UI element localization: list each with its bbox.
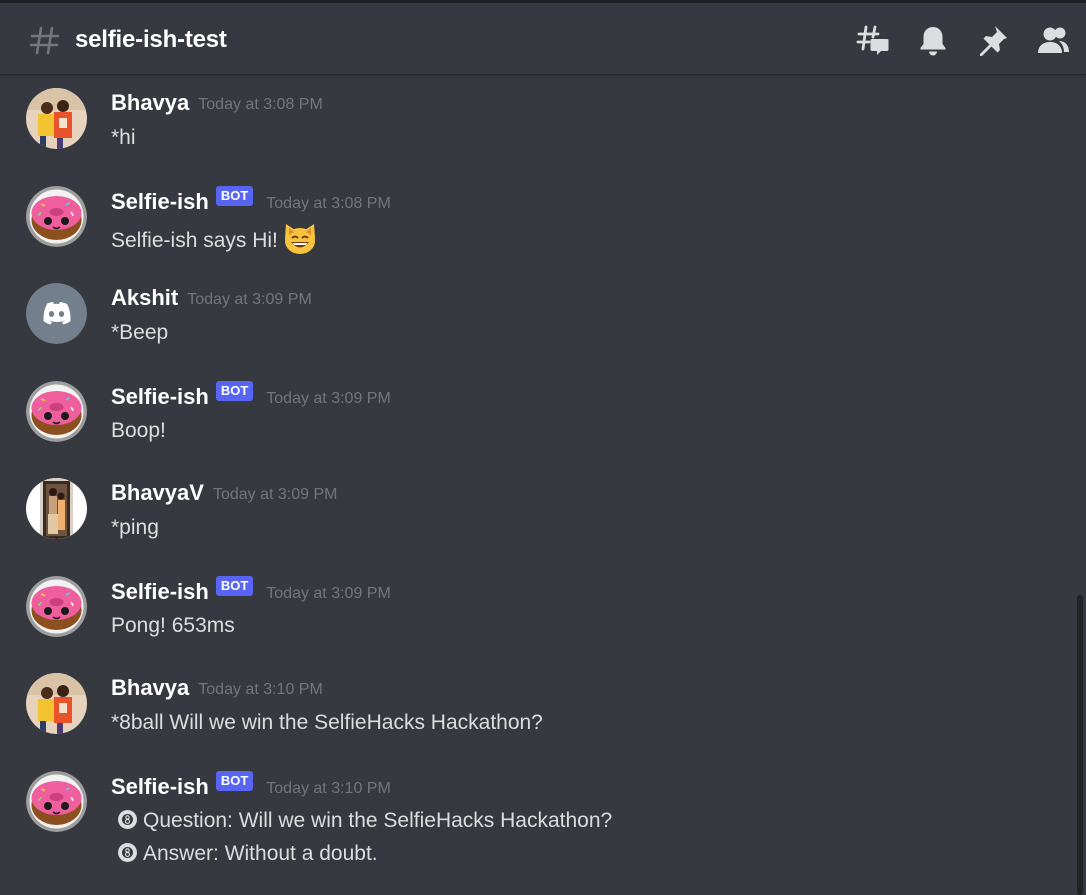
timestamp: Today at 3:10 PM xyxy=(266,779,391,797)
avatar[interactable] xyxy=(26,186,87,247)
avatar[interactable] xyxy=(26,478,87,539)
hash-icon xyxy=(29,26,60,55)
message-text: *ping xyxy=(111,516,159,539)
message-content: *Beep xyxy=(111,317,168,350)
message-text: Selfie-ish says Hi! xyxy=(111,229,278,252)
message-header: BhavyaV Today at 3:09 PM xyxy=(111,478,337,508)
message-list: Bhavya Today at 3:08 PM *hi Selfie-ish B… xyxy=(0,75,1078,895)
smiling-cat-emoji-icon[interactable] xyxy=(282,220,318,256)
timestamp: Today at 3:10 PM xyxy=(198,681,323,698)
timestamp: Today at 3:09 PM xyxy=(266,389,391,407)
message-line: Selfie-ish says Hi! xyxy=(111,220,318,256)
username[interactable]: Selfie-ish xyxy=(111,382,209,412)
message-text: *hi xyxy=(111,126,136,149)
timestamp: Today at 3:08 PM xyxy=(266,194,391,212)
message-header: Selfie-ish BOT Today at 3:10 PM xyxy=(111,771,391,801)
timestamp: Today at 3:09 PM xyxy=(187,291,312,308)
pin-icon[interactable] xyxy=(976,23,1010,57)
members-icon[interactable] xyxy=(1036,23,1070,57)
bell-icon[interactable] xyxy=(916,23,950,57)
channel-name: selfie-ish-test xyxy=(75,26,227,53)
message-content: *ping xyxy=(111,512,159,545)
message-text: Answer: Without a doubt. xyxy=(143,842,378,865)
message-text: Boop! xyxy=(111,419,166,442)
username[interactable]: Bhavya xyxy=(111,88,189,118)
channel-header: selfie-ish-test xyxy=(0,3,1086,75)
message-content: *hi xyxy=(111,122,136,155)
username[interactable]: Selfie-ish xyxy=(111,772,209,802)
eight-ball-icon xyxy=(118,810,137,829)
message-header: Bhavya Today at 3:10 PM xyxy=(111,673,323,703)
avatar[interactable] xyxy=(26,283,87,344)
avatar[interactable] xyxy=(26,88,87,149)
threads-icon[interactable] xyxy=(856,23,890,57)
bot-tag: BOT xyxy=(215,576,254,596)
bot-tag: BOT xyxy=(215,771,254,791)
bot-tag: BOT xyxy=(215,186,254,206)
message-content: Pong! 653ms xyxy=(111,610,235,643)
message-content: Selfie-ish says Hi! xyxy=(111,220,318,256)
username[interactable]: Bhavya xyxy=(111,673,189,703)
chat-window: selfie-ish-test Bhavya Today at 3:08 PM … xyxy=(0,3,1086,895)
avatar[interactable] xyxy=(26,673,87,734)
username[interactable]: Selfie-ish xyxy=(111,187,209,217)
username[interactable]: Akshit xyxy=(111,283,178,313)
scrollbar-thumb[interactable] xyxy=(1077,595,1083,895)
message-text: *8ball Will we win the SelfieHacks Hacka… xyxy=(111,711,543,734)
message-text: *Beep xyxy=(111,321,169,344)
message-header: Akshit Today at 3:09 PM xyxy=(111,283,312,313)
avatar[interactable] xyxy=(26,381,87,442)
avatar[interactable] xyxy=(26,576,87,637)
message-content: Boop! xyxy=(111,415,166,448)
message-line: Question: Will we win the SelfieHacks Ha… xyxy=(111,805,612,838)
message-header: Selfie-ish BOT Today at 3:08 PM xyxy=(111,186,391,216)
message-header: Selfie-ish BOT Today at 3:09 PM xyxy=(111,576,391,606)
avatar[interactable] xyxy=(26,771,87,832)
message-content: *8ball Will we win the SelfieHacks Hacka… xyxy=(111,707,543,740)
message-text: Question: Will we win the SelfieHacks Ha… xyxy=(143,809,613,832)
bot-tag: BOT xyxy=(215,381,254,401)
message-header: Bhavya Today at 3:08 PM xyxy=(111,88,323,118)
timestamp: Today at 3:09 PM xyxy=(266,584,391,602)
message-line: Answer: Without a doubt. xyxy=(111,838,612,871)
eight-ball-icon xyxy=(118,843,137,862)
timestamp: Today at 3:08 PM xyxy=(198,96,323,113)
message-content: Question: Will we win the SelfieHacks Ha… xyxy=(111,805,612,871)
username[interactable]: Selfie-ish xyxy=(111,577,209,607)
message-text: Pong! 653ms xyxy=(111,614,235,637)
timestamp: Today at 3:09 PM xyxy=(212,486,338,503)
message-header: Selfie-ish BOT Today at 3:09 PM xyxy=(111,381,391,411)
username[interactable]: BhavyaV xyxy=(111,478,204,508)
